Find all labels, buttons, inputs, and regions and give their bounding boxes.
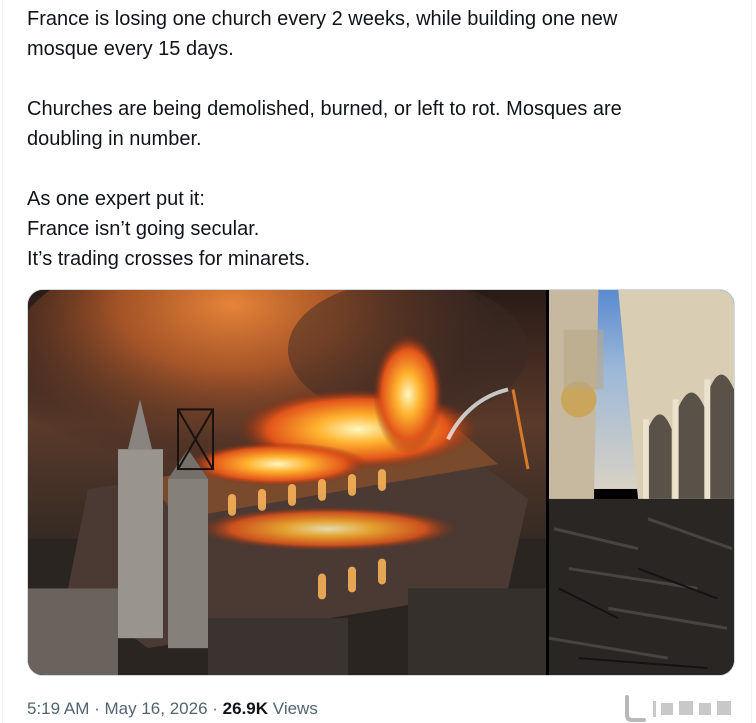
tweet-media[interactable] [27, 289, 735, 676]
burning-church-photo[interactable] [28, 290, 546, 675]
tweet-line: France is losing one church every 2 week… [27, 8, 618, 30]
tweet-text: France is losing one church every 2 week… [27, 4, 727, 274]
tweet-line: France isn’t going secular. [27, 218, 260, 240]
burning-church-image [28, 290, 546, 675]
watermark-logo [619, 695, 745, 722]
views-count: 26.9K [222, 699, 269, 718]
tweet-line: doubling in number. [27, 128, 202, 150]
views-label: Views [272, 699, 318, 718]
meta-separator: · [94, 699, 100, 718]
tweet-container: France is losing one church every 2 week… [2, 0, 752, 723]
tweet-meta: 5:19 AM · May 16, 2026 · 26.9K Views [27, 697, 318, 721]
tweet-date[interactable]: May 16, 2026 [105, 699, 208, 718]
tweet-line: As one expert put it: [27, 188, 205, 210]
tweet-line: Churches are being demolished, burned, o… [27, 98, 622, 120]
meta-separator: · [212, 699, 218, 718]
burned-interior-image [549, 290, 734, 675]
burned-interior-photo[interactable] [549, 290, 734, 675]
tweet-time[interactable]: 5:19 AM [27, 699, 89, 718]
tweet-line: mosque every 15 days. [27, 38, 234, 60]
tweet-line: It’s trading crosses for minarets. [27, 248, 311, 270]
